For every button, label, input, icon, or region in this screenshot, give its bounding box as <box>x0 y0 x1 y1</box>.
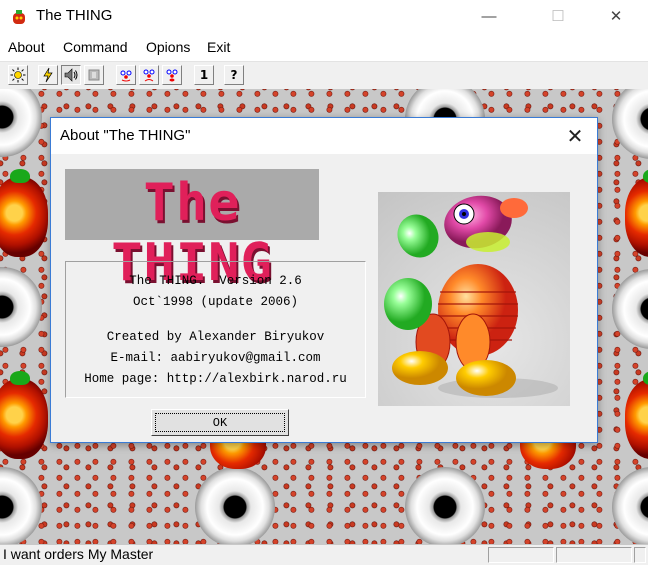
eyeball-image <box>0 89 42 157</box>
sun-button[interactable] <box>8 65 28 85</box>
clown-face-1-button[interactable] <box>116 65 136 85</box>
close-button[interactable]: ✕ <box>593 0 639 32</box>
homepage-text: Home page: http://alexbirk.narod.ru <box>84 372 347 386</box>
eyeball-image <box>0 467 42 544</box>
number-one-icon: 1 <box>199 68 209 82</box>
dialog-titlebar: About "The THING" ✕ <box>51 118 597 154</box>
close-icon: ✕ <box>566 125 584 148</box>
thing-character-image <box>378 192 570 406</box>
tomato-image <box>0 169 48 257</box>
stop-icon <box>88 69 100 81</box>
toolbar: 1 ? <box>0 61 648 90</box>
info-panel: The THING. Version 2.6 Oct`1998 (update … <box>65 261 366 398</box>
eyeball-image <box>612 467 648 544</box>
author-text: Created by Alexander Biryukov <box>106 330 325 344</box>
version-text: The THING. Version 2.6 <box>129 274 302 288</box>
window-title: The THING <box>36 7 113 24</box>
clown-face-3-icon <box>166 69 178 82</box>
help-icon: ? <box>230 68 238 82</box>
speaker-icon <box>64 68 78 82</box>
minimize-button[interactable]: — <box>466 0 512 32</box>
clown-face-2-icon <box>143 69 155 82</box>
clown-face-1-icon <box>120 70 132 82</box>
menu-opions[interactable]: Opions <box>146 39 190 55</box>
status-panel <box>488 547 554 563</box>
eyeball-image <box>612 269 648 349</box>
close-icon: ✕ <box>609 8 623 25</box>
email-text: E-mail: aabiryukov@gmail.com <box>110 351 321 365</box>
the-thing-logo: The THING <box>65 169 319 293</box>
menu-bar: About Command Opions Exit <box>0 36 648 60</box>
stop-button[interactable] <box>84 65 104 85</box>
menu-about[interactable]: About <box>8 39 45 55</box>
maximize-icon: ☐ <box>551 8 565 25</box>
number-one-button[interactable]: 1 <box>194 65 214 85</box>
status-text: I want orders My Master <box>3 546 154 562</box>
minimize-icon: — <box>481 7 497 25</box>
clown-face-2-button[interactable] <box>139 65 159 85</box>
status-bar: I want orders My Master <box>0 544 648 565</box>
sun-icon <box>10 67 26 83</box>
date-text: Oct`1998 (update 2006) <box>132 295 299 309</box>
dialog-close-button[interactable]: ✕ <box>559 121 591 151</box>
menu-command[interactable]: Command <box>63 39 128 55</box>
lightning-icon <box>43 67 53 83</box>
help-button[interactable]: ? <box>224 65 244 85</box>
eyeball-image <box>0 267 42 347</box>
about-dialog: About "The THING" ✕ The THING The THING.… <box>50 117 598 443</box>
tomato-image <box>0 371 48 459</box>
tomato-image <box>625 169 648 257</box>
speaker-button[interactable] <box>61 65 81 85</box>
dialog-title: About "The THING" <box>60 127 191 144</box>
eyeball-image <box>405 467 485 544</box>
maximize-button[interactable]: ☐ <box>535 0 581 32</box>
eyeball-image <box>612 89 648 159</box>
window-titlebar: The THING — ☐ ✕ <box>0 0 648 34</box>
clown-face-3-button[interactable] <box>162 65 182 85</box>
app-icon <box>13 10 25 24</box>
eyeball-image <box>195 467 275 544</box>
menu-exit[interactable]: Exit <box>207 39 230 55</box>
tomato-image <box>625 371 648 459</box>
status-panel <box>556 547 632 563</box>
lightning-button[interactable] <box>38 65 58 85</box>
ok-button[interactable]: OK <box>151 409 289 436</box>
status-panel <box>634 547 646 563</box>
